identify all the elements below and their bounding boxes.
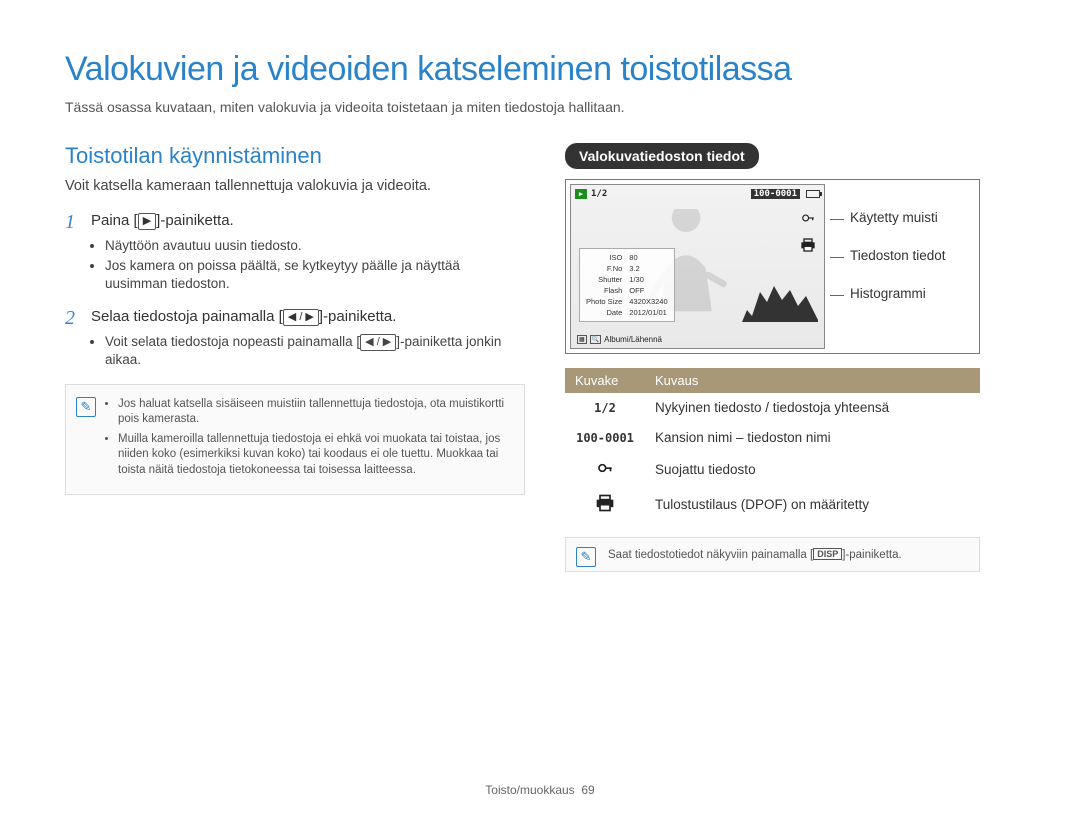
- info-badge: Valokuvatiedoston tiedot: [565, 143, 759, 169]
- play-icon: ▶: [575, 189, 587, 199]
- disp-key-icon: DISP: [813, 548, 842, 560]
- icon-cell-printer: [565, 487, 645, 523]
- page-footer: Toisto/muokkaus 69: [0, 783, 1080, 797]
- screen-footer: ▦🔍 Albumi/Lähennä: [577, 335, 662, 344]
- zoom-btn-icon: ▦: [577, 335, 587, 344]
- step-text: Paina [▶]-painiketta.: [91, 211, 234, 233]
- screen-inner: ▶ 1/2 100-0001: [570, 184, 825, 349]
- printer-icon: [800, 238, 816, 255]
- counter-group: ▶ 1/2: [575, 189, 607, 199]
- th-desc: Kuvaus: [645, 368, 980, 393]
- note-box: ✎ Jos haluat katsella sisäiseen muistiin…: [65, 384, 525, 496]
- columns: Toistotilan käynnistäminen Voit katsella…: [65, 143, 1015, 572]
- table-row: 100-0001 Kansion nimi – tiedoston nimi: [565, 423, 980, 453]
- note-icon: ✎: [576, 547, 596, 567]
- info-row: F.No3.2: [586, 264, 668, 273]
- page-title: Valokuvien ja videoiden katseleminen toi…: [65, 50, 1015, 89]
- bullet: Näyttöön avautuu uusin tiedosto.: [105, 237, 525, 255]
- note-box-right: ✎ Saat tiedostotiedot näkyviin painamall…: [565, 537, 980, 572]
- desc-cell: Nykyinen tiedosto / tiedostoja yhteensä: [645, 393, 980, 423]
- printer-icon: [595, 494, 615, 512]
- screen-info-panel: ISO80 F.No3.2 Shutter1/30 FlashOFF Photo…: [579, 248, 675, 322]
- step-number: 2: [65, 307, 91, 329]
- note-item: Muilla kameroilla tallennettuja tiedosto…: [118, 432, 512, 479]
- zoom-btn-icon: 🔍: [590, 335, 601, 344]
- step-number: 1: [65, 211, 91, 233]
- step-2: 2 Selaa tiedostoja painamalla [◀ / ▶]-pa…: [65, 307, 525, 329]
- table-row: Tulostustilaus (DPOF) on määritetty: [565, 487, 980, 523]
- screen-preview: ▶ 1/2 100-0001: [565, 179, 980, 354]
- icon-cell: 1/2: [565, 393, 645, 423]
- table-row: Suojattu tiedosto: [565, 453, 980, 487]
- left-column: Toistotilan käynnistäminen Voit katsella…: [65, 143, 525, 572]
- icon-desc-table: Kuvake Kuvaus 1/2 Nykyinen tiedosto / ti…: [565, 368, 980, 523]
- callout-fileinfo: Tiedoston tiedot: [836, 248, 946, 263]
- section-lead: Voit katsella kameraan tallennettuja val…: [65, 177, 525, 197]
- desc-cell: Suojattu tiedosto: [645, 453, 980, 487]
- note-text: Saat tiedostotiedot näkyviin painamalla …: [608, 548, 969, 561]
- screen-footer-text: Albumi/Lähennä: [604, 335, 662, 344]
- step2-post: ]-painiketta.: [319, 308, 397, 325]
- b-pre: Voit selata tiedostoja nopeasti painamal…: [105, 334, 360, 349]
- file-number: 100-0001: [751, 189, 800, 199]
- step2-bullets: Voit selata tiedostoja nopeasti painamal…: [105, 333, 525, 369]
- callout-histogram: Histogrammi: [836, 286, 946, 301]
- callout-list: Käytetty muisti Tiedoston tiedot Histogr…: [836, 180, 946, 353]
- nav-keys-icon: ◀ / ▶: [360, 334, 396, 351]
- step-text: Selaa tiedostoja painamalla [◀ / ▶]-pain…: [91, 307, 396, 329]
- histogram-icon: [742, 282, 818, 322]
- footer-page: 69: [581, 783, 594, 797]
- nav-keys-icon: ◀ / ▶: [283, 309, 319, 326]
- step2-pre: Selaa tiedostoja painamalla [: [91, 308, 283, 325]
- info-row: Shutter1/30: [586, 275, 668, 284]
- th-icon: Kuvake: [565, 368, 645, 393]
- info-row: Photo Size4320X3240: [586, 297, 668, 306]
- bullet: Jos kamera on poissa päältä, se kytkeyty…: [105, 257, 525, 293]
- desc-cell: Kansion nimi – tiedoston nimi: [645, 423, 980, 453]
- intro-text: Tässä osassa kuvataan, miten valokuvia j…: [65, 99, 1015, 115]
- screen-side-icons: [800, 211, 816, 255]
- info-row: ISO80: [586, 253, 668, 262]
- desc-cell: Tulostustilaus (DPOF) on määritetty: [645, 487, 980, 523]
- screen-top-bar: ▶ 1/2 100-0001: [575, 189, 820, 199]
- icon-cell: 100-0001: [565, 423, 645, 453]
- footer-section: Toisto/muokkaus: [485, 783, 574, 797]
- step-1: 1 Paina [▶]-painiketta.: [65, 211, 525, 233]
- file-counter: 1/2: [591, 189, 607, 199]
- file-group: 100-0001: [751, 189, 820, 199]
- bullet: Voit selata tiedostoja nopeasti painamal…: [105, 333, 525, 369]
- step1-pre: Paina [: [91, 212, 138, 229]
- note-list: Jos haluat katsella sisäiseen muistiin t…: [106, 397, 512, 479]
- callout-memory: Käytetty muisti: [836, 210, 946, 225]
- info-table: ISO80 F.No3.2 Shutter1/30 FlashOFF Photo…: [584, 251, 670, 319]
- play-key-icon: ▶: [138, 213, 156, 230]
- lock-icon: [801, 211, 815, 228]
- note-icon: ✎: [76, 397, 96, 417]
- battery-icon: [806, 190, 820, 198]
- info-row: FlashOFF: [586, 286, 668, 295]
- table-header-row: Kuvake Kuvaus: [565, 368, 980, 393]
- section-heading: Toistotilan käynnistäminen: [65, 143, 525, 169]
- right-column: Valokuvatiedoston tiedot ▶ 1/2 100-0001: [565, 143, 1015, 572]
- note-post: ]-painiketta.: [842, 549, 901, 561]
- lock-icon: [596, 460, 614, 476]
- info-row: Date2012/01/01: [586, 308, 668, 317]
- note-item: Jos haluat katsella sisäiseen muistiin t…: [118, 397, 512, 428]
- table-row: 1/2 Nykyinen tiedosto / tiedostoja yhtee…: [565, 393, 980, 423]
- note-pre: Saat tiedostotiedot näkyviin painamalla …: [608, 549, 813, 561]
- step1-post: ]-painiketta.: [156, 212, 234, 229]
- icon-cell-key: [565, 453, 645, 487]
- step1-bullets: Näyttöön avautuu uusin tiedosto. Jos kam…: [105, 237, 525, 294]
- page: Valokuvien ja videoiden katseleminen toi…: [0, 0, 1080, 815]
